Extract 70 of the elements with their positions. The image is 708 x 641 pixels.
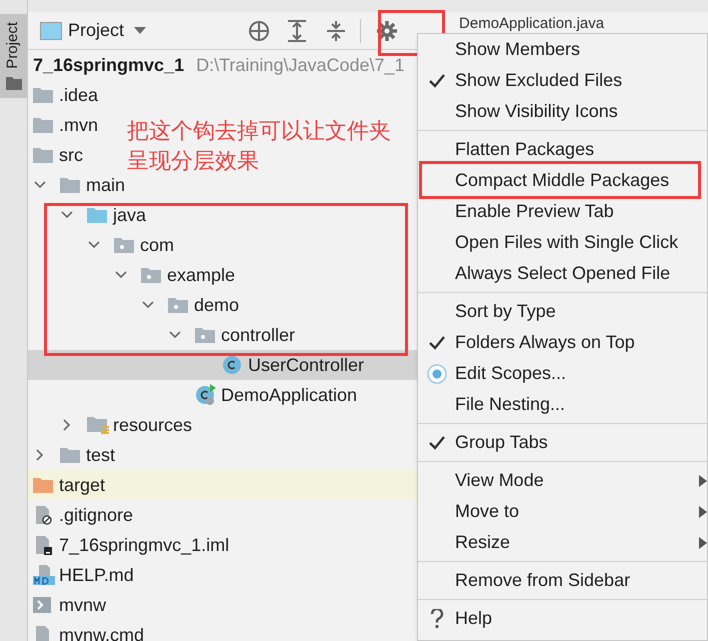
tree-item-label: target bbox=[59, 474, 106, 497]
project-name[interactable]: 7_16springmvc_1 bbox=[33, 52, 184, 78]
menu-item[interactable]: Resize bbox=[418, 527, 707, 558]
tree-item-label[interactable]: main bbox=[86, 172, 126, 198]
folder-icon bbox=[33, 147, 53, 163]
project-view-dropdown[interactable]: Project bbox=[68, 17, 146, 44]
ignored-file-icon bbox=[33, 505, 53, 525]
terminal-icon bbox=[33, 596, 53, 614]
tree-item-label[interactable]: DemoApplication bbox=[221, 382, 358, 408]
tree-item-label[interactable]: com bbox=[140, 232, 174, 258]
menu-item[interactable]: Remove from Sidebar bbox=[418, 565, 707, 596]
folder-icon bbox=[33, 87, 53, 103]
menu-item[interactable]: Sort by Type bbox=[418, 296, 707, 327]
tree-item-label[interactable]: mvnw.cmd bbox=[59, 622, 144, 641]
tree-item-label[interactable]: example bbox=[167, 262, 236, 288]
project-side-tab[interactable]: Project bbox=[0, 14, 27, 98]
menu-item[interactable]: Enable Preview Tab bbox=[418, 196, 707, 227]
tree-item-label[interactable]: mvnw bbox=[59, 592, 106, 618]
class-icon bbox=[222, 355, 242, 375]
menu-item[interactable]: Always Select Opened File bbox=[418, 258, 707, 289]
menu-item[interactable]: Compact Middle Packages bbox=[418, 165, 707, 196]
markdown-file-icon bbox=[33, 565, 55, 585]
run-class-icon bbox=[195, 384, 217, 406]
folder-icon bbox=[60, 447, 80, 463]
settings-icon[interactable] bbox=[377, 20, 398, 40]
submenu-arrow-icon bbox=[699, 474, 707, 486]
tree-item-label[interactable]: HELP.md bbox=[59, 562, 134, 588]
tree-item-label[interactable]: demo bbox=[194, 292, 240, 318]
menu-item[interactable]: Show Members bbox=[418, 34, 707, 65]
annotation-text: 呈现分层效果 bbox=[127, 147, 260, 175]
menu-item[interactable]: Show Excluded Files bbox=[418, 65, 707, 96]
tree-item-label[interactable]: src bbox=[59, 142, 83, 168]
menu-item[interactable]: Group Tabs bbox=[418, 427, 707, 458]
menu-item[interactable]: Show Visibility Icons bbox=[418, 96, 707, 127]
folder-icon bbox=[33, 477, 53, 493]
tree-item-label[interactable]: .mvn bbox=[59, 112, 98, 138]
tree-item-label: UserController bbox=[248, 354, 364, 376]
annotation-text: 把这个钩去掉可以让文件夹 bbox=[127, 117, 391, 145]
folder-icon bbox=[33, 117, 53, 133]
project-path: D:\Training\JavaCode\7_1 bbox=[196, 54, 405, 77]
window-icon bbox=[40, 22, 62, 40]
menu-item[interactable]: File Nesting... bbox=[418, 389, 707, 420]
folder-icon bbox=[6, 76, 22, 90]
tree-item-label[interactable]: controller bbox=[221, 322, 296, 348]
submenu-arrow-icon bbox=[699, 536, 707, 548]
package-icon bbox=[141, 267, 161, 283]
menu-item[interactable]: Open Files with Single Click bbox=[418, 227, 707, 258]
tree-item-label[interactable]: 7_16springmvc_1.iml bbox=[59, 532, 230, 558]
tree-item-label[interactable]: java bbox=[113, 202, 146, 228]
menu-item[interactable]: Flatten Packages bbox=[418, 134, 707, 165]
expand-all-icon[interactable] bbox=[287, 20, 308, 42]
collapse-all-icon[interactable] bbox=[326, 20, 346, 42]
question-icon bbox=[430, 608, 444, 628]
tree-item-label[interactable]: resources bbox=[113, 412, 192, 438]
module-file-icon bbox=[33, 535, 53, 555]
package-icon bbox=[114, 237, 134, 253]
menu-item[interactable]: Help bbox=[418, 603, 707, 634]
folder-icon bbox=[60, 177, 80, 193]
tree-item-label[interactable]: test bbox=[86, 442, 116, 468]
resources-folder-icon bbox=[87, 416, 109, 434]
submenu-arrow-icon bbox=[699, 506, 707, 518]
radio-icon bbox=[426, 364, 446, 384]
package-icon bbox=[168, 297, 188, 313]
package-icon bbox=[195, 327, 215, 343]
folder-icon bbox=[87, 207, 107, 223]
tree-item-label[interactable]: .gitignore bbox=[59, 502, 134, 528]
caret-icon bbox=[134, 26, 146, 34]
editor-tab[interactable]: DemoApplication.java bbox=[459, 13, 604, 36]
locate-icon[interactable] bbox=[248, 20, 270, 42]
tree-item-label[interactable]: .idea bbox=[59, 82, 98, 108]
